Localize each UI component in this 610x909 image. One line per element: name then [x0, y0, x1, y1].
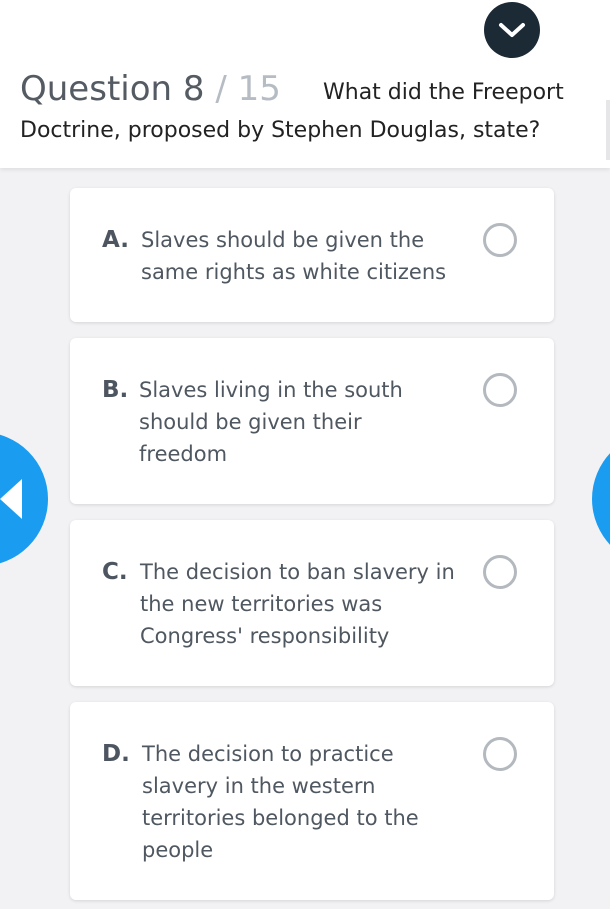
- option-text-line: Slaves living in the south: [139, 378, 403, 402]
- option-letter: B.: [102, 377, 129, 403]
- option-text-line: Slaves should be given the: [141, 228, 425, 252]
- radio-button-d[interactable]: [483, 737, 517, 771]
- radio-button-a[interactable]: [483, 223, 517, 257]
- radio-button-c[interactable]: [483, 555, 517, 589]
- next-question-button[interactable]: [592, 432, 610, 566]
- option-letter: C.: [102, 559, 128, 585]
- question-text-line-1: What did the Freeport: [323, 80, 564, 105]
- option-text-line: the new territories was: [140, 592, 383, 616]
- answer-option-a[interactable]: A. Slaves should be given the same right…: [70, 188, 554, 322]
- option-text-line: people: [142, 838, 214, 862]
- chevron-down-icon: [499, 23, 525, 37]
- option-text-line: freedom: [139, 442, 228, 466]
- option-text-line: Congress' responsibility: [140, 624, 390, 648]
- quiz-page: Question 8 / 15 What did the Freeport Do…: [0, 0, 610, 909]
- header-edge-divider: [606, 100, 610, 160]
- option-text: The decision to practice slavery in the …: [142, 738, 462, 866]
- option-letter: A.: [102, 227, 129, 253]
- question-word: Question: [20, 69, 173, 109]
- option-text-line: The decision to practice: [142, 742, 394, 766]
- question-separator: /: [215, 69, 227, 109]
- answer-option-b[interactable]: B. Slaves living in the south should be …: [70, 338, 554, 504]
- question-header: Question 8 / 15 What did the Freeport Do…: [0, 0, 610, 168]
- question-counter: Question 8 / 15: [20, 68, 281, 110]
- option-text: Slaves living in the south should be giv…: [139, 374, 459, 470]
- arrow-left-icon: [0, 479, 22, 519]
- option-text: Slaves should be given the same rights a…: [141, 224, 461, 288]
- option-text-line: should be given their: [139, 410, 362, 434]
- radio-button-b[interactable]: [483, 373, 517, 407]
- collapse-button[interactable]: [484, 2, 540, 58]
- option-text-line: slavery in the western: [142, 774, 376, 798]
- option-text-line: same rights as white citizens: [141, 260, 447, 284]
- question-text-line-2: Doctrine, proposed by Stephen Douglas, s…: [20, 118, 541, 143]
- option-text-line: The decision to ban slavery in: [140, 560, 455, 584]
- option-letter: D.: [102, 741, 130, 767]
- question-number: 8: [182, 69, 205, 109]
- option-text: The decision to ban slavery in the new t…: [140, 556, 460, 652]
- option-text-line: territories belonged to the: [142, 806, 419, 830]
- answer-option-c[interactable]: C. The decision to ban slavery in the ne…: [70, 520, 554, 686]
- answer-option-d[interactable]: D. The decision to practice slavery in t…: [70, 702, 554, 900]
- question-total: 15: [237, 69, 281, 109]
- previous-question-button[interactable]: [0, 432, 48, 566]
